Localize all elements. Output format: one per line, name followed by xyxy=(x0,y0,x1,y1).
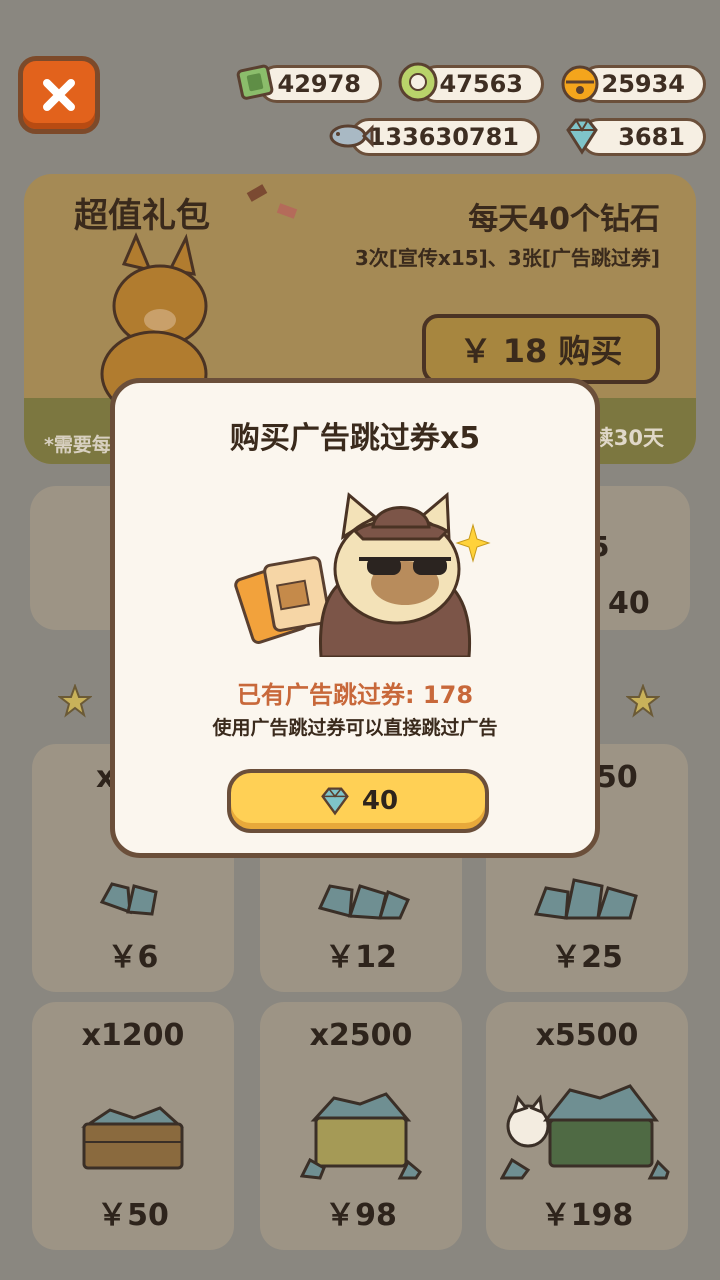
bell-icon xyxy=(558,60,602,104)
star-icon xyxy=(626,684,660,718)
diamond-chest-with-cat-icon xyxy=(500,1084,670,1180)
fish-value: 133630781 xyxy=(368,123,519,151)
fish-counter: 133630781 xyxy=(350,118,540,156)
buy-ad-skip-ticket-dialog: 购买广告跳过券x5 已有广告跳过券: 178 使用广告跳过券可以直接跳过广告 4… xyxy=(110,378,600,858)
diamonds-value: 3681 xyxy=(618,123,685,151)
ticket-usage-hint: 使用广告跳过券可以直接跳过广告 xyxy=(212,717,498,739)
close-button[interactable] xyxy=(18,56,100,134)
coin-icon xyxy=(396,60,440,104)
banner-buy-button[interactable]: ￥ 18 购买 xyxy=(422,314,660,384)
banner-title: 超值礼包 xyxy=(74,196,210,236)
shop-card-price: ￥25 xyxy=(551,940,623,975)
buy-cost-value: 40 xyxy=(361,786,399,816)
cash-icon xyxy=(234,60,278,104)
star-icon xyxy=(58,684,92,718)
diamond-basket-icon xyxy=(81,1106,184,1170)
banner-footnote-left: *需要每 xyxy=(44,434,111,456)
shop-card-price: ￥98 xyxy=(325,1198,397,1233)
buy-with-diamonds-button[interactable]: 40 xyxy=(227,769,489,833)
diamond-icon xyxy=(560,114,604,158)
cash-value: 42978 xyxy=(277,70,362,98)
owned-ticket-count: 已有广告跳过券: 178 xyxy=(236,681,474,709)
shop-card-qty: x2500 xyxy=(309,1018,413,1053)
shop-card-5500[interactable]: x5500 ￥198 xyxy=(486,1002,688,1250)
shop-card-1200[interactable]: x1200 ￥50 xyxy=(32,1002,234,1250)
shop-card-price: ￥198 xyxy=(540,1198,634,1233)
shop-card-qty: x5500 xyxy=(535,1018,639,1053)
shop-card-price: ￥12 xyxy=(325,940,397,975)
diamond-icon xyxy=(321,787,349,816)
banner-footnote-right: 续30天 xyxy=(592,426,664,450)
cat-with-tickets-illustration xyxy=(234,491,491,657)
shop-card-qty: x1200 xyxy=(81,1018,185,1053)
close-icon xyxy=(43,79,75,111)
banner-description: 3次[宣传x15]、3张[广告跳过券] xyxy=(354,246,660,270)
shop-card-price: ￥6 xyxy=(107,940,159,975)
dialog-title: 购买广告跳过券x5 xyxy=(229,421,481,456)
diamond-crate-icon xyxy=(300,1092,422,1180)
fish-icon xyxy=(326,116,374,156)
coins-value: 47563 xyxy=(439,70,524,98)
shop-card-price: ￥50 xyxy=(97,1198,169,1233)
shop-card-2500[interactable]: x2500 ￥98 xyxy=(260,1002,462,1250)
banner-subtitle: 每天40个钻石 xyxy=(468,202,660,237)
bells-value: 25934 xyxy=(601,70,686,98)
row2-right-price-fragment: 40 xyxy=(608,586,650,621)
confetti-art xyxy=(244,184,304,224)
